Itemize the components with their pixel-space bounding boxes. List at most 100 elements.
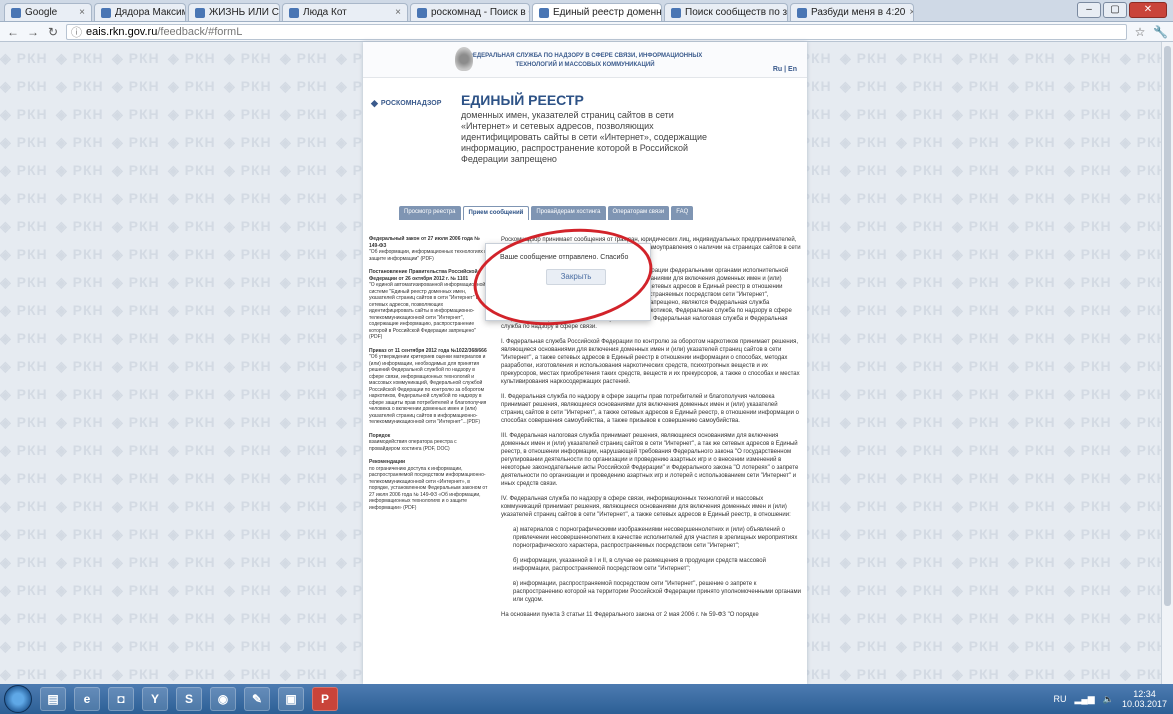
close-tab-icon[interactable]: × [909, 7, 913, 18]
watermark-mark: ◈ РКН [224, 302, 272, 318]
watermark-mark: ◈ РКН [0, 50, 48, 66]
watermark-mark: ◈ РКН [952, 78, 1000, 94]
watermark-mark: ◈ РКН [952, 358, 1000, 374]
left-block-text[interactable]: взаимодействия оператора реестра с прова… [369, 439, 457, 452]
network-icon[interactable]: ▂▄▆ [1075, 694, 1095, 705]
watermark-mark: ◈ РКН [1064, 274, 1112, 290]
watermark-mark: ◈ РКН [112, 442, 160, 458]
yandex-icon[interactable]: Y [142, 687, 168, 711]
page-content: ФЕДЕРАЛЬНАЯ СЛУЖБА ПО НАДЗОРУ В СФЕРЕ СВ… [363, 42, 807, 684]
watermark-mark: ◈ РКН [1008, 470, 1056, 486]
watermark-mark: ◈ РКН [224, 246, 272, 262]
watermark-mark: ◈ РКН [896, 358, 944, 374]
left-block-text[interactable]: "Об информации, информационных технологи… [369, 249, 487, 262]
forward-icon[interactable]: → [26, 25, 40, 39]
page-tab[interactable]: Просмотр реестра [399, 206, 461, 220]
left-block-text[interactable]: "Об утверждении критериев оценки материа… [369, 354, 486, 425]
watermark-mark: ◈ РКН [840, 358, 888, 374]
watermark-mark: ◈ РКН [952, 302, 1000, 318]
watermark-mark: ◈ РКН [0, 526, 48, 542]
watermark-mark: ◈ РКН [1008, 246, 1056, 262]
page-tab[interactable]: FAQ [671, 206, 694, 220]
clock-time: 12:34 [1133, 689, 1156, 699]
watermark-mark: ◈ РКН [1064, 386, 1112, 402]
browser-tab[interactable]: Дядора Максим Иванови× [94, 3, 186, 21]
browser-tab[interactable]: Люда Кот × [282, 3, 408, 21]
photo-app-icon[interactable]: ▣ [278, 687, 304, 711]
page-tab[interactable]: Провайдерам хостинга [531, 206, 606, 220]
browser-tab[interactable]: Единый реестр доменны× [532, 3, 662, 21]
wrench-menu-icon[interactable]: 🔧 [1153, 25, 1168, 39]
url-input[interactable]: ⓘ eais.rkn.gov.ru/feedback/#formL [66, 23, 1127, 40]
left-block-text[interactable]: "О единой автоматизированной информацион… [369, 282, 485, 340]
watermark-mark: ◈ РКН [952, 414, 1000, 430]
minimize-button[interactable]: – [1077, 2, 1101, 18]
browser-tab[interactable]: роскомнад - Поиск в Goo× [410, 3, 530, 21]
paint-icon[interactable]: ✎ [244, 687, 270, 711]
watermark-mark: ◈ РКН [280, 162, 328, 178]
watermark-mark: ◈ РКН [112, 638, 160, 654]
main-paragraph: III. Федеральная налоговая служба приним… [501, 433, 799, 487]
close-tab-icon[interactable]: × [395, 7, 401, 18]
watermark-mark: ◈ РКН [280, 666, 328, 682]
watermark-mark: ◈ РКН [112, 470, 160, 486]
watermark-mark: ◈ РКН [0, 78, 48, 94]
rkn-logo-text: РОСКОМНАДЗОР [380, 100, 442, 107]
page-info-icon[interactable]: ⓘ [71, 24, 82, 40]
language-indicator[interactable]: RU [1054, 694, 1067, 704]
main-paragraph: II. Федеральная служба по надзору в сфер… [501, 394, 799, 424]
browser-tab[interactable]: ЖИЗНЬ ИЛИ СИНИЙ КИТ× [188, 3, 280, 21]
watermark-mark: ◈ РКН [280, 274, 328, 290]
bookmark-star-icon[interactable]: ☆ [1133, 25, 1147, 39]
watermark-mark: ◈ РКН [1064, 162, 1112, 178]
chrome-icon[interactable]: ◉ [210, 687, 236, 711]
watermark-mark: ◈ РКН [0, 666, 48, 682]
watermark-mark: ◈ РКН [896, 638, 944, 654]
watermark-mark: ◈ РКН [896, 666, 944, 682]
page-tab[interactable]: Прием сообщений [462, 206, 530, 220]
volume-icon[interactable]: 🔈 [1103, 694, 1114, 705]
watermark-mark: ◈ РКН [168, 274, 216, 290]
left-block-text[interactable]: по ограничению доступа к информации, рас… [369, 466, 487, 511]
scrollbar-thumb[interactable] [1164, 46, 1171, 606]
watermark-mark: ◈ РКН [1064, 218, 1112, 234]
app-d-icon[interactable]: ◘ [108, 687, 134, 711]
watermark-mark: ◈ РКН [112, 302, 160, 318]
clock[interactable]: 12:34 10.03.2017 [1122, 689, 1167, 709]
close-tab-icon[interactable]: × [79, 7, 85, 18]
watermark-mark: ◈ РКН [840, 386, 888, 402]
start-button[interactable] [4, 685, 32, 713]
watermark-mark: ◈ РКН [56, 442, 104, 458]
vertical-scrollbar[interactable] [1161, 42, 1173, 684]
language-switch[interactable]: Ru | En [773, 65, 797, 74]
file-manager-icon[interactable]: ▤ [40, 687, 66, 711]
browser-tab[interactable]: Google × [4, 3, 92, 21]
powerpoint-icon[interactable]: P [312, 687, 338, 711]
browser-tab[interactable]: Поиск сообществ по запр× [664, 3, 788, 21]
watermark-mark: ◈ РКН [1064, 526, 1112, 542]
watermark-mark: ◈ РКН [1008, 330, 1056, 346]
watermark-mark: ◈ РКН [896, 106, 944, 122]
watermark-mark: ◈ РКН [0, 134, 48, 150]
watermark-mark: ◈ РКН [168, 218, 216, 234]
favicon-icon [11, 7, 21, 18]
close-window-button[interactable]: ✕ [1129, 2, 1167, 18]
favicon-icon [289, 7, 299, 18]
browser-tab-label: ЖИЗНЬ ИЛИ СИНИЙ КИТ [209, 7, 279, 18]
watermark-mark: ◈ РКН [168, 246, 216, 262]
maximize-button[interactable]: ▢ [1103, 2, 1127, 18]
watermark-mark: ◈ РКН [1008, 302, 1056, 318]
reload-icon[interactable]: ↻ [46, 25, 60, 39]
watermark-mark: ◈ РКН [0, 358, 48, 374]
page-tab[interactable]: Операторам связи [607, 206, 670, 220]
watermark-mark: ◈ РКН [1008, 442, 1056, 458]
skype-icon[interactable]: S [176, 687, 202, 711]
watermark-mark: ◈ РКН [224, 274, 272, 290]
left-block-heading: Рекомендации [369, 459, 406, 465]
back-icon[interactable]: ← [6, 25, 20, 39]
watermark-mark: ◈ РКН [1008, 386, 1056, 402]
internet-explorer-icon[interactable]: e [74, 687, 100, 711]
browser-tab[interactable]: Разбуди меня в 4:20× [790, 3, 914, 21]
system-tray: RU ▂▄▆ 🔈 12:34 10.03.2017 [1054, 684, 1168, 714]
rkn-logo[interactable]: ◆ РОСКОМНАДЗОР [371, 98, 441, 109]
